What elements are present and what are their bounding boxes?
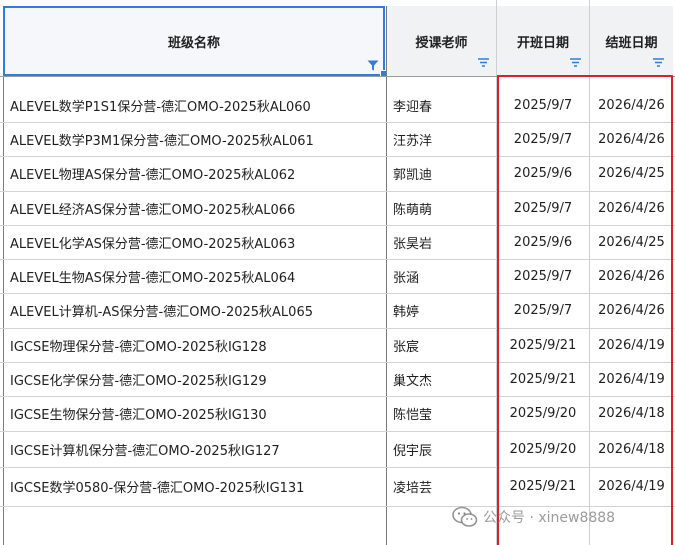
teacher-cell[interactable]: 陈萌萌	[387, 191, 496, 225]
end-date-cell[interactable]: 2026/4/26	[590, 259, 673, 293]
watermark: 公众号 · xinew8888	[452, 506, 615, 528]
class-name-cell[interactable]: IGCSE计算机保分营-德汇OMO-2025秋IG127	[4, 431, 386, 467]
start-date-cell[interactable]: 2025/9/6	[497, 156, 589, 191]
header-start-date-label: 开班日期	[516, 35, 569, 51]
teacher-cell[interactable]: 郭凯迪	[387, 156, 496, 191]
start-date-cell[interactable]: 2025/9/7	[497, 259, 589, 293]
start-date-cell[interactable]: 2025/9/7	[497, 191, 589, 225]
start-date-cell[interactable]: 2025/9/21	[497, 362, 589, 396]
header-class-name[interactable]: 班级名称	[3, 6, 388, 78]
teacher-cell[interactable]: 陈恺莹	[387, 396, 496, 431]
header-teacher-label: 授课老师	[415, 35, 468, 51]
start-date-cell[interactable]: 2025/9/20	[497, 431, 589, 467]
class-name-cell[interactable]: ALEVEL计算机-AS保分营-德汇OMO-2025秋AL065	[4, 293, 386, 328]
start-date-cell[interactable]: 2025/9/21	[497, 467, 589, 506]
teacher-cell[interactable]: 汪苏洋	[387, 122, 496, 156]
header-start-date[interactable]: 开班日期	[497, 6, 589, 76]
class-name-cell[interactable]: ALEVEL化学AS保分营-德汇OMO-2025秋AL063	[4, 225, 386, 259]
end-date-cell[interactable]: 2026/4/25	[590, 225, 673, 259]
class-name-cell[interactable]: IGCSE化学保分营-德汇OMO-2025秋IG129	[4, 362, 386, 396]
start-date-cell[interactable]: 2025/9/6	[497, 225, 589, 259]
end-date-cell[interactable]: 2026/4/25	[590, 156, 673, 191]
start-date-cell[interactable]: 2025/9/7	[497, 293, 589, 328]
end-date-cell[interactable]: 2026/4/26	[590, 122, 673, 156]
start-date-cell[interactable]: 2025/9/7	[497, 122, 589, 156]
end-date-cell[interactable]: 2026/4/19	[590, 362, 673, 396]
watermark-text: 公众号 · xinew8888	[483, 510, 616, 526]
class-name-cell[interactable]: IGCSE生物保分营-德汇OMO-2025秋IG130	[4, 396, 386, 431]
teacher-cell[interactable]: 张昊岩	[387, 225, 496, 259]
start-date-cell[interactable]: 2025/9/7	[497, 88, 589, 122]
class-name-cell[interactable]: ALEVEL数学P1S1保分营-德汇OMO-2025秋AL060	[4, 88, 386, 122]
wechat-icon	[452, 506, 478, 527]
header-teacher[interactable]: 授课老师	[387, 6, 496, 76]
end-date-cell[interactable]: 2026/4/19	[590, 328, 673, 362]
end-date-cell[interactable]: 2026/4/18	[590, 431, 673, 467]
teacher-cell[interactable]: 韩婷	[387, 293, 496, 328]
class-name-cell[interactable]: IGCSE物理保分营-德汇OMO-2025秋IG128	[4, 328, 386, 362]
teacher-cell[interactable]: 凌培芸	[387, 467, 496, 506]
end-date-cell[interactable]: 2026/4/26	[590, 88, 673, 122]
filter-icon[interactable]	[367, 60, 379, 71]
teacher-cell[interactable]: 张涵	[387, 259, 496, 293]
header-class-name-label: 班级名称	[167, 35, 220, 51]
class-name-cell[interactable]: IGCSE数学0580-保分营-德汇OMO-2025秋IG131	[4, 467, 386, 506]
class-name-cell[interactable]: ALEVEL数学P3M1保分营-德汇OMO-2025秋AL061	[4, 122, 386, 156]
end-date-cell[interactable]: 2026/4/26	[590, 293, 673, 328]
teacher-cell[interactable]: 巢文杰	[387, 362, 496, 396]
teacher-cell[interactable]: 李迎春	[387, 88, 496, 122]
class-name-cell[interactable]: ALEVEL经济AS保分营-德汇OMO-2025秋AL066	[4, 191, 386, 225]
start-date-cell[interactable]: 2025/9/20	[497, 396, 589, 431]
filter-icon[interactable]	[477, 58, 490, 69]
class-name-cell[interactable]: ALEVEL物理AS保分营-德汇OMO-2025秋AL062	[4, 156, 386, 191]
class-name-cell[interactable]: ALEVEL生物AS保分营-德汇OMO-2025秋AL064	[4, 259, 386, 293]
header-end-date-label: 结班日期	[605, 35, 658, 51]
teacher-cell[interactable]: 倪宇辰	[387, 431, 496, 467]
grid-line	[0, 506, 675, 507]
start-date-cell[interactable]: 2025/9/21	[497, 328, 589, 362]
grid-line	[0, 76, 675, 77]
spreadsheet: 班级名称 授课老师 开班日期 结班日期 ALEVEL数学P1S1保分营-德汇OM…	[0, 0, 675, 545]
end-date-cell[interactable]: 2026/4/18	[590, 396, 673, 431]
end-date-cell[interactable]: 2026/4/26	[590, 191, 673, 225]
header-end-date[interactable]: 结班日期	[590, 6, 673, 76]
filter-icon[interactable]	[652, 58, 665, 69]
teacher-cell[interactable]: 张宸	[387, 328, 496, 362]
end-date-cell[interactable]: 2026/4/19	[590, 467, 673, 506]
filter-icon[interactable]	[569, 58, 582, 69]
